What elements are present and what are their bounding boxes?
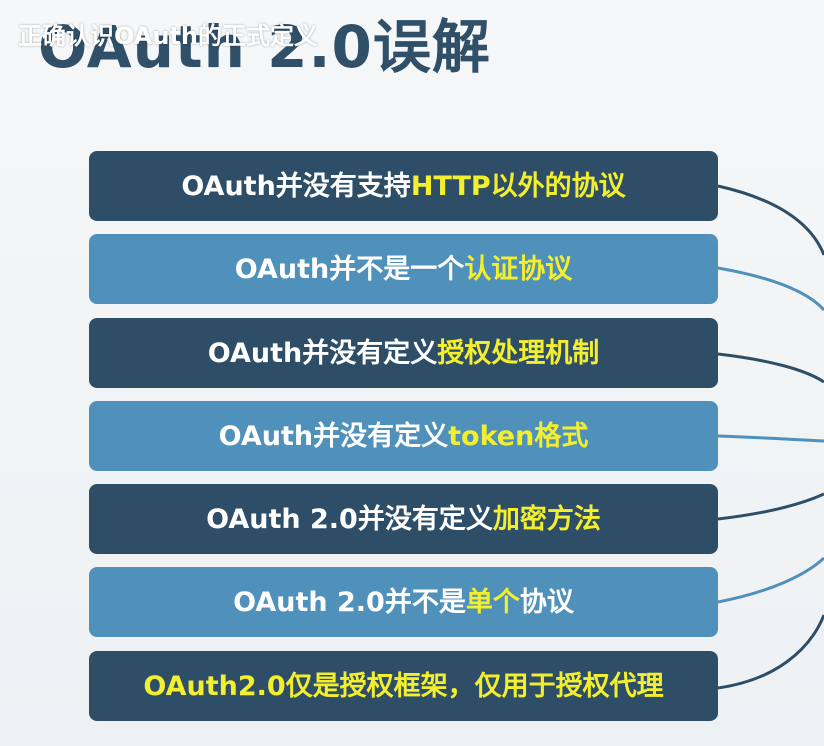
misconception-item-2: OAuth并不是一个 认证协议 (89, 234, 718, 304)
misconception-list: OAuth并没有支持 HTTP以外的协议 OAuth并不是一个 认证协议 OAuth… (89, 151, 718, 721)
connector-line (717, 266, 824, 312)
item-highlight: HTTP以外的协议 (410, 170, 626, 202)
item-highlight: 加密方法 (492, 503, 601, 535)
misconception-item-3: OAuth并没有定义 授权处理机制 (89, 318, 718, 388)
misconception-item-1: OAuth并没有支持 HTTP以外的协议 (89, 151, 718, 221)
item-highlight: 认证协议 (464, 253, 573, 285)
item-text: OAuth并不是一个 (234, 253, 465, 285)
item-text: OAuth 2.0并不是 (233, 586, 466, 618)
item-highlight: OAuth2.0仅是授权框架，仅用于授权代理 (143, 670, 664, 702)
page-subtitle: 正确认识OAuth的正式定义 (18, 22, 318, 50)
misconception-item-5: OAuth 2.0并没有定义 加密方法 (89, 484, 718, 554)
item-text: OAuth 2.0并没有定义 (206, 503, 493, 535)
item-highlight: 单个 (465, 586, 520, 618)
connector-line (717, 556, 824, 604)
item-text: OAuth并没有支持 (181, 170, 411, 202)
misconception-item-4: OAuth并没有定义 token格式 (89, 401, 718, 471)
connector-line (717, 614, 824, 690)
connector-line (717, 352, 824, 384)
misconception-item-6: OAuth 2.0并不是 单个 协议 (89, 567, 718, 637)
item-text-after: 协议 (519, 586, 574, 618)
misconception-item-7: OAuth2.0仅是授权框架，仅用于授权代理 (89, 651, 718, 721)
item-highlight: 授权处理机制 (437, 337, 600, 369)
connector-line (717, 492, 824, 521)
connector-line (717, 434, 824, 443)
item-text: OAuth并没有定义 (218, 420, 449, 452)
item-text: OAuth并没有定义 (207, 337, 438, 369)
item-highlight: token格式 (448, 420, 589, 452)
connector-line (717, 184, 824, 256)
